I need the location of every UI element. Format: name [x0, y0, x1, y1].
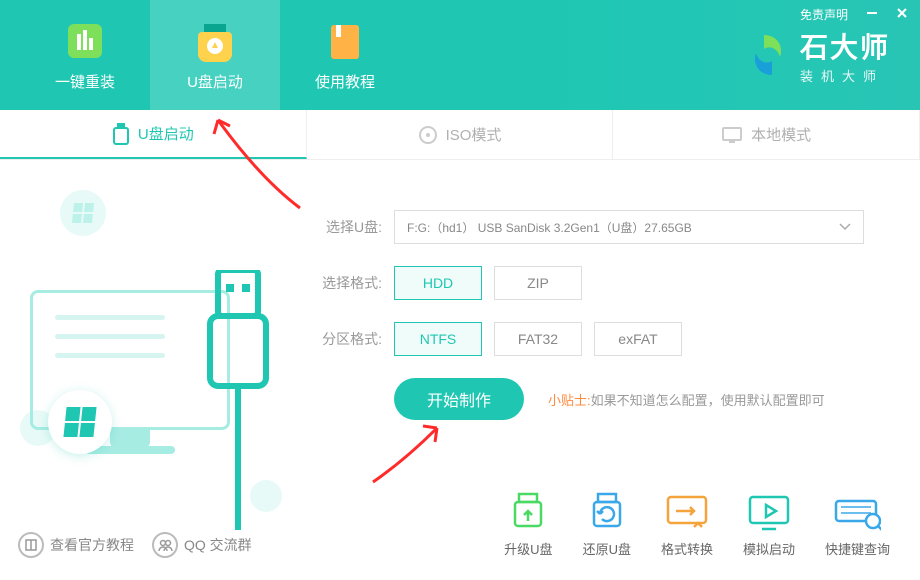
minimize-button[interactable] [866, 7, 878, 22]
nav-item-usb-boot[interactable]: U盘启动 [150, 0, 280, 110]
nav-label: 使用教程 [315, 71, 375, 92]
link-qq-group[interactable]: QQ 交流群 [152, 532, 252, 558]
action-label: 快捷键查询 [825, 539, 890, 558]
tab-usb-boot[interactable]: U盘启动 [0, 110, 307, 159]
action-label: 模拟启动 [743, 539, 795, 558]
restore-usb-icon [583, 491, 631, 533]
link-label: QQ 交流群 [184, 535, 252, 555]
reinstall-icon [63, 19, 107, 63]
format-label: 选择格式: [310, 273, 382, 293]
iso-icon [418, 125, 438, 145]
windows-badge [48, 390, 112, 454]
usb-plug-illustration [200, 270, 280, 530]
deco-circle [60, 190, 106, 236]
titlebar: 免责声明 [788, 0, 920, 29]
action-upgrade-usb[interactable]: 升级U盘 [504, 491, 552, 558]
format-option-hdd[interactable]: HDD [394, 266, 482, 300]
footer-links: 查看官方教程 QQ 交流群 [18, 532, 252, 558]
usb-select[interactable]: F:G:（hd1） USB SanDisk 3.2Gen1（U盘）27.65GB [394, 210, 864, 244]
nav-item-reinstall[interactable]: 一键重装 [20, 0, 150, 110]
partition-option-fat32[interactable]: FAT32 [494, 322, 582, 356]
usb-select-label: 选择U盘: [310, 217, 382, 237]
tutorial-icon [323, 19, 367, 63]
tab-label: U盘启动 [138, 123, 194, 144]
action-label: 升级U盘 [504, 539, 552, 558]
illustration [0, 160, 300, 580]
brand-name: 石大师 [800, 26, 890, 66]
nav-label: U盘启动 [187, 71, 243, 92]
nav-label: 一键重装 [55, 71, 115, 92]
link-official-tutorial[interactable]: 查看官方教程 [18, 532, 134, 558]
tip-label: 小贴士: [548, 393, 591, 408]
people-icon [152, 532, 178, 558]
partition-option-exfat[interactable]: exFAT [594, 322, 682, 356]
tab-iso-mode[interactable]: ISO模式 [307, 110, 614, 159]
bottom-actions: 升级U盘 还原U盘 格式转换 模拟启动 快捷键查询 [504, 491, 890, 558]
action-label: 还原U盘 [583, 539, 631, 558]
start-button[interactable]: 开始制作 [394, 378, 524, 420]
usb-select-value: F:G:（hd1） USB SanDisk 3.2Gen1（U盘）27.65GB [407, 219, 692, 236]
nav-item-tutorial[interactable]: 使用教程 [280, 0, 410, 110]
close-button[interactable] [896, 7, 908, 22]
nav: 一键重装 U盘启动 使用教程 [0, 0, 410, 110]
action-simulate-boot[interactable]: 模拟启动 [743, 491, 795, 558]
brand-sub: 装机大师 [800, 66, 890, 85]
action-label: 格式转换 [661, 539, 713, 558]
minimize-icon [866, 7, 878, 19]
link-label: 查看官方教程 [50, 535, 134, 555]
usb-icon [112, 123, 130, 145]
action-hotkey-query[interactable]: 快捷键查询 [825, 491, 890, 558]
brand-logo-icon [744, 31, 792, 79]
tab-label: 本地模式 [751, 124, 811, 145]
convert-icon [663, 491, 711, 533]
disclaimer-link[interactable]: 免责声明 [800, 6, 848, 23]
close-icon [896, 7, 908, 19]
hotkey-icon [833, 491, 881, 533]
tip-text: 如果不知道怎么配置，使用默认配置即可 [591, 393, 825, 408]
simulate-icon [745, 491, 793, 533]
upgrade-usb-icon [504, 491, 552, 533]
action-format-convert[interactable]: 格式转换 [661, 491, 713, 558]
tab-local-mode[interactable]: 本地模式 [613, 110, 920, 159]
header: 免责声明 一键重装 U盘启动 使用教程 [0, 0, 920, 110]
tabbar: U盘启动 ISO模式 本地模式 [0, 110, 920, 160]
book-icon [18, 532, 44, 558]
tab-label: ISO模式 [446, 124, 502, 145]
monitor-icon [721, 126, 743, 144]
format-option-zip[interactable]: ZIP [494, 266, 582, 300]
partition-label: 分区格式: [310, 329, 382, 349]
partition-option-ntfs[interactable]: NTFS [394, 322, 482, 356]
tip: 小贴士:如果不知道怎么配置，使用默认配置即可 [548, 390, 825, 409]
action-restore-usb[interactable]: 还原U盘 [583, 491, 631, 558]
chevron-down-icon [839, 223, 851, 231]
usb-boot-icon [193, 19, 237, 63]
